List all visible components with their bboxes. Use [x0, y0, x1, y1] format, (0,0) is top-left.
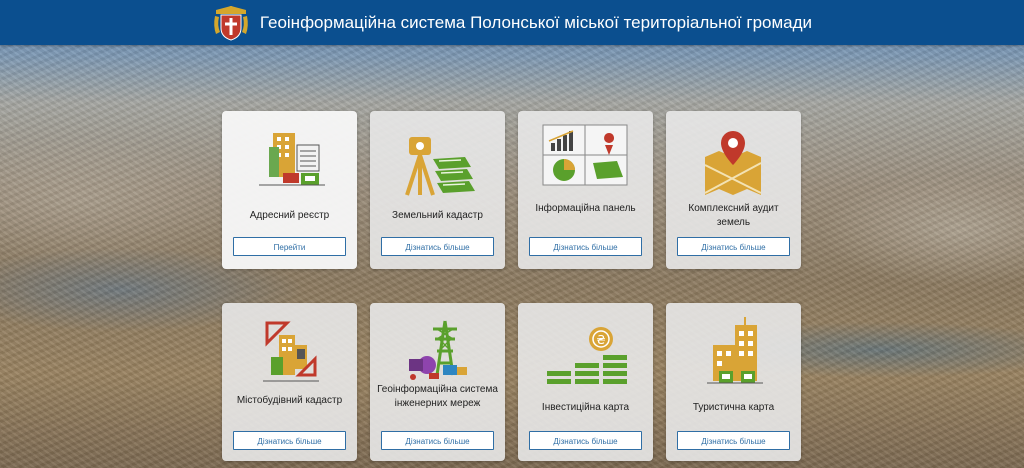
card-land-cadastre[interactable]: Земельний кадастр Дізнатись більше — [370, 111, 505, 269]
card-title: Інвестиційна карта — [541, 402, 630, 413]
card-land-audit[interactable]: Комплексний аудит земель Дізнатись більш… — [666, 111, 801, 269]
learn-more-button[interactable]: Дізнатись більше — [529, 237, 642, 256]
learn-more-button[interactable]: Дізнатись більше — [677, 431, 790, 450]
dashboard-icon — [542, 124, 628, 186]
address-registry-icon — [259, 133, 325, 186]
urban-cadastre-icon — [263, 321, 319, 382]
learn-more-button[interactable]: Дізнатись більше — [233, 431, 346, 450]
card-urban-cadastre[interactable]: Містобудівний кадастр Дізнатись більше — [222, 303, 357, 461]
learn-more-button[interactable]: Дізнатись більше — [381, 237, 494, 256]
tourist-map-icon — [707, 317, 763, 384]
card-engineering-networks[interactable]: Геоінформаційна система інженерних мереж… — [370, 303, 505, 461]
card-title: Геоінформаційна система інженерних мереж — [377, 384, 498, 409]
header-bar: Геоінформаційна система Полонської міськ… — [0, 0, 1024, 45]
learn-more-button[interactable]: Дізнатись більше — [529, 431, 642, 450]
card-title: Туристична карта — [692, 402, 775, 413]
page-title: Геоінформаційна система Полонської міськ… — [259, 12, 813, 32]
land-cadastre-icon — [405, 137, 475, 196]
card-title: Земельний кадастр — [392, 210, 483, 221]
coat-of-arms-icon — [214, 5, 248, 41]
background-photo — [0, 0, 1024, 468]
card-title: Інформаційна панель — [535, 203, 636, 214]
card-dashboard[interactable]: Інформаційна панель Дізнатись більше — [518, 111, 653, 269]
land-audit-icon — [704, 131, 762, 195]
learn-more-button[interactable]: Дізнатись більше — [381, 431, 494, 450]
investment-map-icon: ₴ — [547, 327, 627, 384]
card-tourist-map[interactable]: Туристична карта Дізнатись більше — [666, 303, 801, 461]
card-title: Комплексний аудит земель — [688, 203, 779, 228]
learn-more-button[interactable]: Дізнатись більше — [677, 237, 790, 256]
card-title: Містобудівний кадастр — [236, 395, 343, 406]
card-address-registry[interactable]: Адресний реєстр Перейти — [222, 111, 357, 269]
svg-text:₴: ₴ — [596, 333, 605, 347]
open-button[interactable]: Перейти — [233, 237, 346, 256]
card-title: Адресний реєстр — [249, 210, 330, 221]
card-investment-map[interactable]: ₴ Інвестиційна карта Дізнатись більше — [518, 303, 653, 461]
